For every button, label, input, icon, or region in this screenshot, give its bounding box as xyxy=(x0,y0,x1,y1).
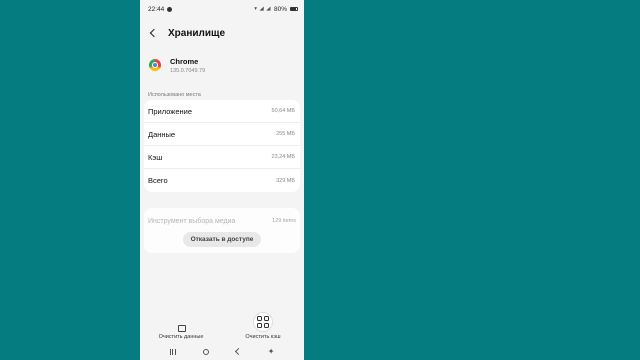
app-info: Chrome 135.0.7049.79 xyxy=(140,48,304,82)
usage-row-app: Приложение 50,64 МБ xyxy=(144,100,300,123)
system-nav-bar: ✦ xyxy=(140,343,304,360)
clear-data-label: Очистить данные xyxy=(158,334,204,340)
usage-row-data: Данные 255 МБ xyxy=(144,123,300,146)
phone-screen: 22:44 ▾ ◢ ◢ 80% Хранилище Chrome 135.0.7… xyxy=(140,0,304,360)
clear-cache-label: Очистить кэш xyxy=(245,334,281,340)
row-value: 255 МБ xyxy=(276,131,295,137)
battery-icon xyxy=(290,7,298,11)
row-label: Данные xyxy=(148,129,176,139)
nav-back-icon[interactable] xyxy=(234,347,242,356)
row-label: Приложение xyxy=(148,106,192,116)
clear-data-icon xyxy=(177,324,186,332)
status-time: 22:44 xyxy=(148,5,165,13)
usage-row-total: Всего 329 МБ xyxy=(144,169,300,192)
row-value: 50,64 МБ xyxy=(271,108,295,114)
bottom-action-bar: Очистить данные Очистить кэш xyxy=(140,306,304,340)
notification-icon xyxy=(167,6,173,12)
usage-card: Приложение 50,64 МБ Данные 255 МБ Кэш 23… xyxy=(144,100,300,192)
status-bar: 22:44 ▾ ◢ ◢ 80% xyxy=(140,0,304,18)
clear-cache-icon xyxy=(254,313,272,331)
chrome-icon xyxy=(149,59,161,71)
media-picker-label: Инструмент выбора медиа xyxy=(148,217,236,225)
media-picker-count: 129 items xyxy=(272,218,296,224)
revoke-access-button[interactable]: Отказать в доступе xyxy=(182,232,262,247)
row-label: Кэш xyxy=(148,152,163,162)
row-value: 23,24 МБ xyxy=(271,154,295,160)
media-picker-card: Инструмент выбора медиа 129 items Отказа… xyxy=(144,208,300,253)
usage-row-cache: Кэш 23,24 МБ xyxy=(144,146,300,169)
home-icon[interactable] xyxy=(202,348,209,355)
back-icon[interactable] xyxy=(148,27,160,39)
row-value: 329 МБ xyxy=(276,177,295,184)
signal-icon: ▾ ◢ ◢ xyxy=(254,6,271,12)
clear-data-button[interactable]: Очистить данные xyxy=(146,324,216,340)
page-title: Хранилище xyxy=(168,27,226,39)
clear-cache-button[interactable]: Очистить кэш xyxy=(228,313,298,340)
row-label: Всего xyxy=(148,176,168,185)
app-name: Chrome xyxy=(170,56,199,66)
header: Хранилище xyxy=(140,18,304,48)
accessibility-icon[interactable]: ✦ xyxy=(268,347,275,356)
usage-section-label: Использовано места xyxy=(148,92,201,98)
app-version: 135.0.7049.79 xyxy=(170,67,206,74)
battery-percent: 80% xyxy=(273,5,287,13)
recent-apps-icon[interactable] xyxy=(169,348,176,355)
